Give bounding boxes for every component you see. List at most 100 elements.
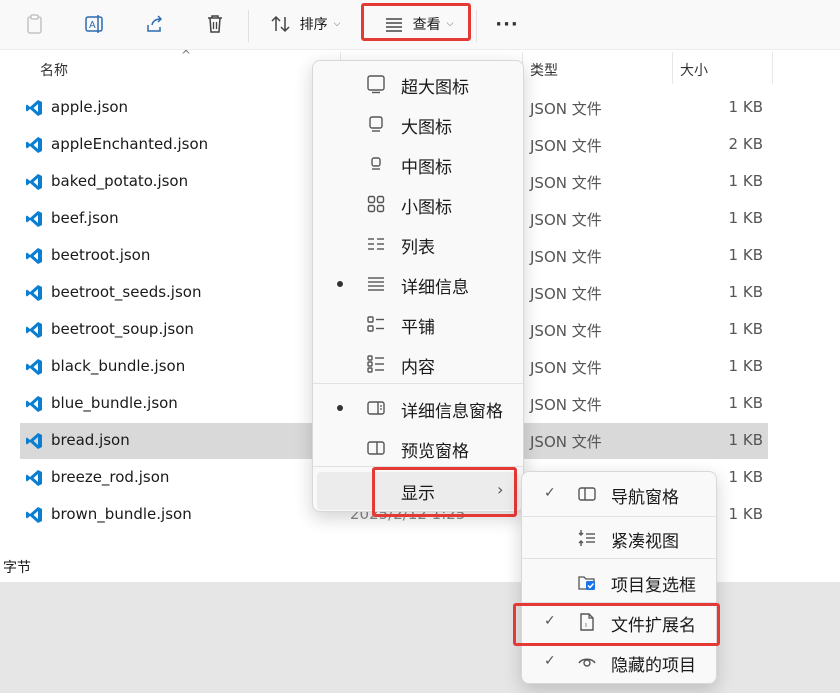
status-bar-text: 字节 (3, 560, 31, 576)
file-size: 1 KB (728, 320, 763, 338)
vscode-file-icon (25, 284, 43, 302)
file-size: 1 KB (729, 542, 763, 544)
file-size: 2 KB (728, 135, 763, 153)
paste-button[interactable] (20, 9, 50, 39)
file-type: JSON 文件 (530, 174, 602, 192)
file-type: JSON 文件 (530, 396, 602, 414)
view-menu-item-label: 预览窗格 (401, 442, 469, 462)
view-button[interactable]: 查看 ⌵ (372, 9, 464, 39)
view-details-icon (383, 13, 405, 35)
command-bar: A 排序 ⌵ 查看 ⌵ ··· (0, 0, 840, 50)
extra-large-icons-icon (365, 73, 387, 95)
file-name: beetroot_seeds.json (51, 283, 202, 301)
file-size: 1 KB (728, 172, 763, 190)
show-submenu-item[interactable]: 项目复选框 (526, 564, 712, 600)
medium-icons-icon (365, 153, 387, 175)
menu-separator (313, 466, 523, 467)
column-header-size[interactable]: 大小 (680, 60, 708, 80)
view-menu-item[interactable]: 详细信息 (317, 266, 519, 302)
trash-icon (204, 13, 226, 35)
view-menu-item[interactable]: 大图标 (317, 106, 519, 142)
view-menu-item-label: 显示 (401, 484, 435, 504)
sort-label: 排序 (299, 17, 328, 33)
file-name: breeze_rod.json (51, 468, 170, 486)
details-icon (365, 273, 387, 295)
vscode-file-icon (25, 469, 43, 487)
file-name: black_bundle.json (51, 357, 186, 375)
view-menu-item[interactable]: 详细信息窗格 (317, 390, 519, 426)
list-icon (365, 233, 387, 255)
navigation-pane-icon (576, 483, 598, 505)
view-menu-item-label: 超大图标 (401, 78, 469, 98)
more-options-button[interactable]: ··· (492, 9, 522, 39)
file-name: apple.json (51, 98, 129, 116)
sort-ascending-icon: ^ (181, 48, 192, 62)
rename-icon: A (84, 13, 106, 35)
show-submenu-item[interactable]: ✓ 导航窗格 (526, 476, 712, 512)
delete-button[interactable] (200, 9, 230, 39)
vscode-file-icon (25, 247, 43, 265)
file-name: bread.json (51, 431, 130, 449)
menu-separator (522, 602, 716, 603)
view-menu-item-label: 小图标 (401, 198, 452, 218)
menu-separator (522, 516, 716, 517)
vscode-file-icon (25, 173, 43, 191)
vscode-file-icon (25, 506, 43, 524)
checkmark-icon: ✓ (544, 485, 556, 501)
show-submenu-item[interactable]: ✓ 隐藏的项目 (526, 644, 712, 680)
checkmark-icon: ✓ (544, 613, 556, 629)
view-menu-item-label: 内容 (401, 358, 435, 378)
file-size: 1 KB (728, 431, 763, 449)
svg-text:A: A (89, 20, 96, 31)
file-name: appleEnchanted.json (51, 135, 209, 153)
file-extension-icon: ı (576, 611, 598, 633)
view-menu-item[interactable]: 超大图标 (317, 66, 519, 102)
file-type: JSON 文件 (530, 322, 602, 340)
view-menu-item[interactable]: 显示 › (317, 472, 519, 510)
vscode-file-icon (25, 136, 43, 154)
view-menu-item-label: 详细信息 (401, 278, 469, 298)
details-pane-icon (365, 397, 387, 419)
view-menu-item-label: 列表 (401, 238, 435, 258)
view-menu-item[interactable]: 中图标 (317, 146, 519, 182)
sort-button[interactable]: 排序 ⌵ (264, 9, 346, 39)
show-submenu-item-label: 项目复选框 (611, 576, 696, 596)
paste-icon (24, 13, 46, 35)
rename-button[interactable]: A (80, 9, 110, 39)
share-button[interactable] (140, 9, 170, 39)
file-type: JSON 文件 (530, 211, 602, 229)
file-size: 1 KB (728, 98, 763, 116)
chevron-right-icon: › (497, 480, 504, 499)
view-menu-item[interactable]: 平铺 (317, 306, 519, 342)
toolbar-divider (248, 10, 249, 42)
content-icon (365, 353, 387, 375)
tiles-icon (365, 313, 387, 335)
file-size: 1 KB (728, 394, 763, 412)
file-size: 1 KB (728, 209, 763, 227)
item-checkbox-icon (576, 571, 598, 593)
selected-bullet-icon (337, 405, 343, 411)
menu-separator (313, 383, 523, 384)
view-menu-item[interactable]: 小图标 (317, 186, 519, 222)
view-label: 查看 (412, 17, 441, 33)
file-size: 1 KB (728, 468, 763, 486)
vscode-file-icon (25, 99, 43, 117)
show-submenu-item[interactable]: ✓ ı 文件扩展名 (526, 604, 712, 640)
column-header-type[interactable]: 类型 (530, 60, 558, 80)
view-menu-item[interactable]: 预览窗格 (317, 430, 519, 466)
file-type: JSON 文件 (530, 433, 602, 451)
file-name: blue_bundle.json (51, 394, 178, 412)
column-header-name[interactable]: 名称 (40, 60, 68, 80)
show-submenu-item-label: 导航窗格 (611, 488, 679, 508)
more-icon: ··· (495, 13, 519, 35)
preview-pane-icon (365, 437, 387, 459)
file-name: brown_bundle.json (51, 505, 192, 523)
column-divider (772, 52, 773, 84)
file-name: beef.json (51, 209, 119, 227)
large-icons-icon (365, 113, 387, 135)
view-menu-item[interactable]: 内容 (317, 346, 519, 382)
chevron-down-icon: ⌵ (446, 19, 454, 29)
svg-text:ı: ı (585, 622, 587, 629)
view-menu-item[interactable]: 列表 (317, 226, 519, 262)
show-submenu-item[interactable]: 紧凑视图 (526, 520, 712, 556)
